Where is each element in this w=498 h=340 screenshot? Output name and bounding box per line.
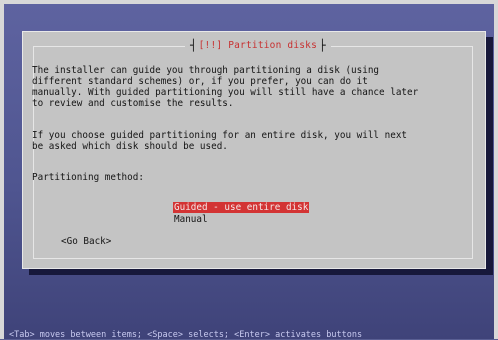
title-left-bracket: ┤ bbox=[190, 39, 197, 52]
dialog-title-bar: ┤ [!!] Partition disks ├ bbox=[185, 39, 331, 53]
option-manual[interactable]: Manual bbox=[173, 214, 309, 225]
dialog-title: [!!] Partition disks bbox=[198, 40, 318, 51]
intro-text-line-2: different standard schemes) or, if you p… bbox=[32, 76, 368, 87]
partition-disks-dialog: ┤ [!!] Partition disks ├ The installer c… bbox=[22, 31, 486, 269]
intro-text-line-1: The installer can guide you through part… bbox=[32, 65, 380, 76]
installer-screen: ┤ [!!] Partition disks ├ The installer c… bbox=[4, 4, 494, 340]
intro-text-line-4: to review and customise the results. bbox=[32, 98, 234, 109]
partitioning-method-list[interactable]: Guided - use entire disk Manual bbox=[173, 195, 310, 225]
partitioning-method-label: Partitioning method: bbox=[32, 172, 144, 183]
guided-note-line-1: If you choose guided partitioning for an… bbox=[32, 130, 408, 141]
intro-text-line-3: manually. With guided partitioning you w… bbox=[32, 87, 419, 98]
go-back-button[interactable]: <Go Back> bbox=[61, 236, 111, 247]
title-right-bracket: ├ bbox=[319, 39, 326, 52]
guided-note-line-2: be asked which disk should be used. bbox=[32, 141, 228, 152]
option-guided-entire-disk[interactable]: Guided - use entire disk bbox=[173, 202, 310, 213]
